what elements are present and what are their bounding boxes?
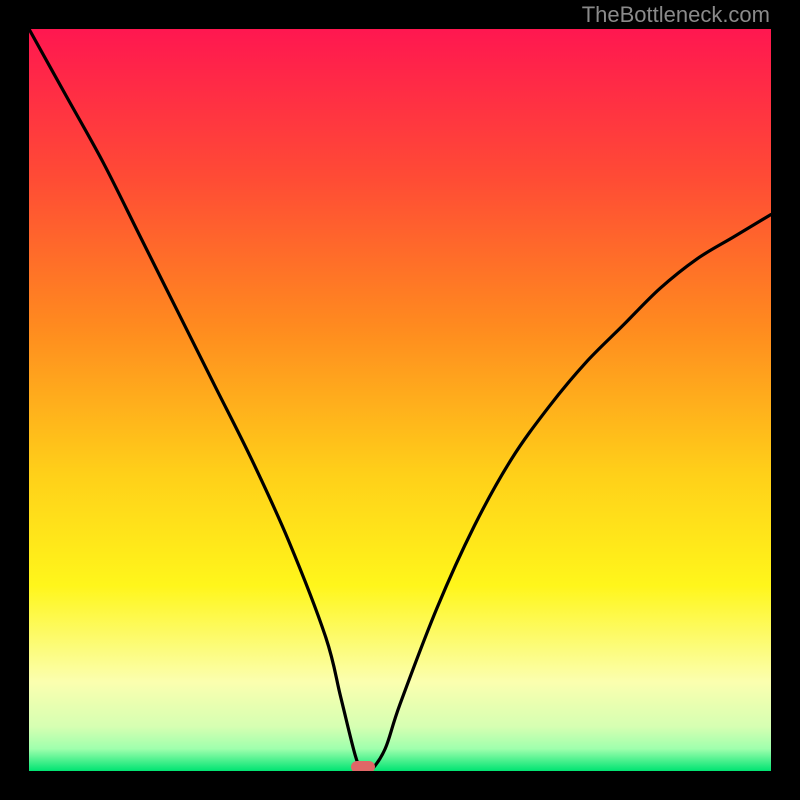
outer-frame: TheBottleneck.com xyxy=(0,0,800,800)
watermark-text: TheBottleneck.com xyxy=(582,2,770,28)
optimal-point-marker xyxy=(351,761,375,771)
bottleneck-curve xyxy=(29,29,771,771)
plot-area xyxy=(29,29,771,771)
